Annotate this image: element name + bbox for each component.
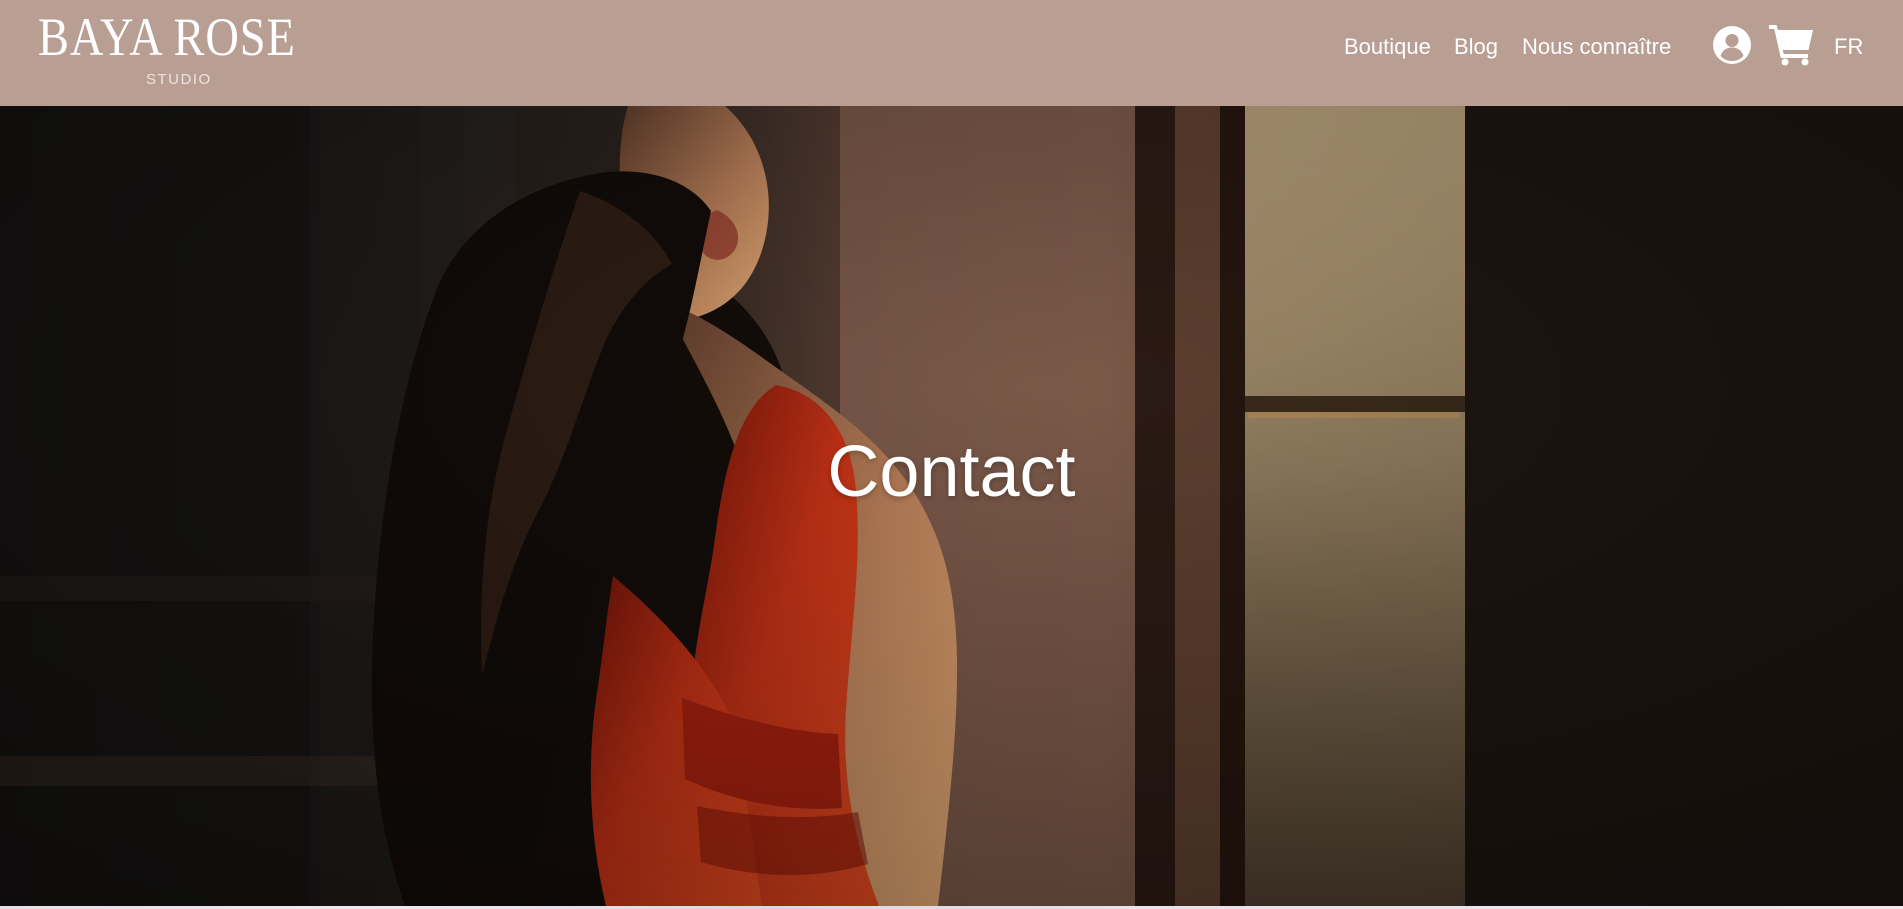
language-selector[interactable]: FR: [1834, 32, 1863, 62]
nav-link-boutique[interactable]: Boutique: [1344, 32, 1431, 62]
nav-link-blog[interactable]: Blog: [1454, 32, 1498, 62]
nav-item-nous-connaitre: Nous connaître: [1522, 32, 1671, 62]
contact-hero: Contact: [0, 106, 1903, 906]
site-header: BAYA ROSE STUDIO Boutique Blog Nous conn…: [0, 0, 1903, 106]
brand-logo-wordmark: BAYA ROSE: [38, 7, 296, 67]
nav-item-boutique: Boutique: [1344, 32, 1431, 62]
nav-item-blog: Blog: [1454, 32, 1498, 62]
brand-logo[interactable]: BAYA ROSE STUDIO: [38, 7, 328, 87]
brand-logo-subtitle: STUDIO: [146, 71, 212, 88]
shopping-cart-icon[interactable]: [1768, 22, 1816, 66]
user-circle-icon[interactable]: [1712, 25, 1752, 65]
page-title: Contact: [827, 432, 1076, 512]
nav-link-nous-connaitre[interactable]: Nous connaître: [1522, 32, 1671, 62]
